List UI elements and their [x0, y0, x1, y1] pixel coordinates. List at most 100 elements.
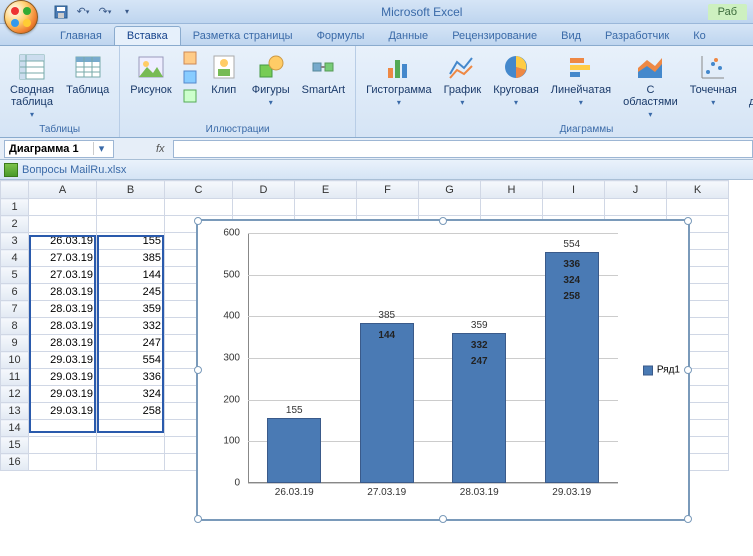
- cell[interactable]: 26.03.19: [29, 233, 97, 250]
- col-header-h[interactable]: H: [481, 181, 543, 199]
- cell[interactable]: 28.03.19: [29, 284, 97, 301]
- other-charts-button[interactable]: Другие диаграммы: [745, 49, 753, 122]
- tab-view[interactable]: Вид: [549, 27, 593, 45]
- cell[interactable]: 245: [97, 284, 165, 301]
- row-header[interactable]: 15: [1, 437, 29, 454]
- cell[interactable]: 359: [97, 301, 165, 318]
- col-header-j[interactable]: J: [605, 181, 667, 199]
- cell[interactable]: [29, 420, 97, 437]
- cell[interactable]: 554: [97, 352, 165, 369]
- row-header[interactable]: 1: [1, 199, 29, 216]
- tab-home[interactable]: Главная: [48, 27, 114, 45]
- qat-customize-icon[interactable]: ▾: [118, 3, 136, 21]
- cell[interactable]: [97, 199, 165, 216]
- formula-input[interactable]: [173, 140, 753, 158]
- tab-developer[interactable]: Разработчик: [593, 27, 681, 45]
- bar-chart-button[interactable]: Линейчатая: [547, 49, 615, 110]
- clip-button[interactable]: Клип: [204, 49, 244, 98]
- pie-chart-button[interactable]: Круговая: [489, 49, 543, 110]
- area-chart-button[interactable]: С областями: [619, 49, 682, 122]
- shapes-button[interactable]: Фигуры: [248, 49, 294, 110]
- cell[interactable]: 29.03.19: [29, 403, 97, 420]
- cell[interactable]: [165, 199, 233, 216]
- save-icon[interactable]: [52, 3, 70, 21]
- col-header-i[interactable]: I: [543, 181, 605, 199]
- cell[interactable]: 29.03.19: [29, 369, 97, 386]
- cell[interactable]: 324: [97, 386, 165, 403]
- cell[interactable]: 28.03.19: [29, 335, 97, 352]
- row-header[interactable]: 16: [1, 454, 29, 471]
- cell[interactable]: [97, 420, 165, 437]
- col-header-g[interactable]: G: [419, 181, 481, 199]
- table-button[interactable]: Таблица: [62, 49, 113, 98]
- col-header-e[interactable]: E: [295, 181, 357, 199]
- chart-bar[interactable]: [267, 418, 321, 483]
- office-button[interactable]: [4, 0, 38, 34]
- chart-tools-context-tab[interactable]: Раб: [708, 4, 747, 20]
- cell[interactable]: 29.03.19: [29, 386, 97, 403]
- cell[interactable]: 29.03.19: [29, 352, 97, 369]
- name-box[interactable]: Диаграмма 1 ▾: [4, 140, 114, 158]
- tab-review[interactable]: Рецензирование: [440, 27, 549, 45]
- chart-bar[interactable]: [360, 323, 414, 483]
- chart-plot-area[interactable]: 155385144359332247554336324258: [248, 233, 618, 483]
- row-header[interactable]: 5: [1, 267, 29, 284]
- name-box-dropdown-icon[interactable]: ▾: [93, 142, 109, 155]
- cell[interactable]: 144: [97, 267, 165, 284]
- cell[interactable]: [97, 454, 165, 471]
- row-header[interactable]: 10: [1, 352, 29, 369]
- row-header[interactable]: 8: [1, 318, 29, 335]
- picture-button[interactable]: Рисунок: [126, 49, 176, 98]
- undo-icon[interactable]: ↶▾: [74, 3, 92, 21]
- cell[interactable]: 258: [97, 403, 165, 420]
- cell[interactable]: [97, 437, 165, 454]
- cell[interactable]: 247: [97, 335, 165, 352]
- col-header-f[interactable]: F: [357, 181, 419, 199]
- cell[interactable]: [97, 216, 165, 233]
- col-header-d[interactable]: D: [233, 181, 295, 199]
- cell[interactable]: [29, 437, 97, 454]
- worksheet-grid[interactable]: A B C D E F G H I J K 12326.03.19155427.…: [0, 180, 753, 556]
- fx-icon[interactable]: fx: [156, 143, 165, 155]
- tab-formulas[interactable]: Формулы: [305, 27, 377, 45]
- redo-icon[interactable]: ↷▾: [96, 3, 114, 21]
- cell[interactable]: 27.03.19: [29, 267, 97, 284]
- tab-insert[interactable]: Вставка: [114, 26, 181, 45]
- cell[interactable]: 332: [97, 318, 165, 335]
- cell[interactable]: 155: [97, 233, 165, 250]
- row-header[interactable]: 4: [1, 250, 29, 267]
- row-header[interactable]: 9: [1, 335, 29, 352]
- tab-data[interactable]: Данные: [376, 27, 440, 45]
- tab-truncated[interactable]: Ко: [681, 27, 718, 45]
- column-chart-button[interactable]: Гистограмма: [362, 49, 436, 110]
- tab-page-layout[interactable]: Разметка страницы: [181, 27, 305, 45]
- cell[interactable]: 28.03.19: [29, 318, 97, 335]
- cell[interactable]: [29, 216, 97, 233]
- row-header[interactable]: 3: [1, 233, 29, 250]
- clip-small-3[interactable]: [180, 87, 200, 105]
- row-header[interactable]: 12: [1, 386, 29, 403]
- row-header[interactable]: 14: [1, 420, 29, 437]
- row-header[interactable]: 13: [1, 403, 29, 420]
- cell[interactable]: 385: [97, 250, 165, 267]
- line-chart-button[interactable]: График: [440, 49, 486, 110]
- row-header[interactable]: 6: [1, 284, 29, 301]
- col-header-k[interactable]: K: [667, 181, 729, 199]
- col-header-a[interactable]: A: [29, 181, 97, 199]
- cell[interactable]: [29, 199, 97, 216]
- pivot-table-button[interactable]: Сводная таблица: [6, 49, 58, 122]
- clip-small-2[interactable]: [180, 68, 200, 86]
- cell[interactable]: 28.03.19: [29, 301, 97, 318]
- row-header[interactable]: 11: [1, 369, 29, 386]
- col-header-c[interactable]: C: [165, 181, 233, 199]
- chart-bar[interactable]: [545, 252, 599, 483]
- cell[interactable]: 336: [97, 369, 165, 386]
- scatter-chart-button[interactable]: Точечная: [686, 49, 741, 110]
- col-header-b[interactable]: B: [97, 181, 165, 199]
- cell[interactable]: 27.03.19: [29, 250, 97, 267]
- chart-legend[interactable]: Ряд1: [643, 365, 680, 376]
- row-header[interactable]: 7: [1, 301, 29, 318]
- cell[interactable]: [29, 454, 97, 471]
- row-header[interactable]: 2: [1, 216, 29, 233]
- clip-small-1[interactable]: [180, 49, 200, 67]
